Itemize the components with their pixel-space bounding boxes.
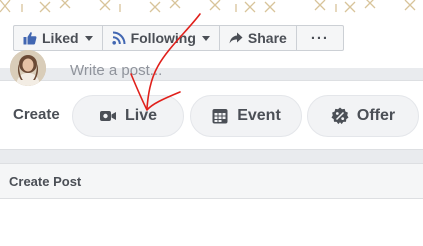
thumbs-up-icon <box>23 31 37 45</box>
liked-label: Liked <box>42 30 79 46</box>
rss-feed-icon <box>111 31 126 45</box>
chevron-down-icon <box>201 35 210 41</box>
write-post-input[interactable] <box>70 62 370 79</box>
calendar-icon <box>211 107 229 125</box>
page-header-area: Liked Following Share ··· <box>0 0 423 68</box>
following-label: Following <box>130 30 196 46</box>
share-label: Share <box>247 30 287 46</box>
share-arrow-icon <box>229 31 243 45</box>
avatar <box>10 50 46 86</box>
share-button[interactable]: Share <box>218 25 297 51</box>
live-label: Live <box>124 107 157 124</box>
video-camera-icon <box>99 107 117 125</box>
create-post-panel: Create Post <box>0 163 423 246</box>
percent-badge-icon <box>331 107 349 125</box>
event-button[interactable]: Event <box>190 95 302 137</box>
create-post-header: Create Post <box>0 164 423 199</box>
liked-button[interactable]: Liked <box>13 25 103 51</box>
create-label: Create <box>13 106 60 123</box>
following-button[interactable]: Following <box>101 25 220 51</box>
page-action-buttons: Liked Following Share ··· <box>13 24 344 52</box>
more-options-button[interactable]: ··· <box>295 25 344 51</box>
offer-label: Offer <box>356 107 396 124</box>
event-label: Event <box>237 107 281 124</box>
create-post-title: Create Post <box>9 173 82 189</box>
live-button[interactable]: Live <box>72 95 184 137</box>
more-options-label: ··· <box>310 29 329 47</box>
chevron-down-icon <box>84 35 93 41</box>
section-gap <box>0 150 423 163</box>
cover-photo-strip <box>0 0 423 16</box>
offer-button[interactable]: Offer <box>307 95 419 137</box>
create-panel: Create Live Event Offer <box>0 80 423 150</box>
